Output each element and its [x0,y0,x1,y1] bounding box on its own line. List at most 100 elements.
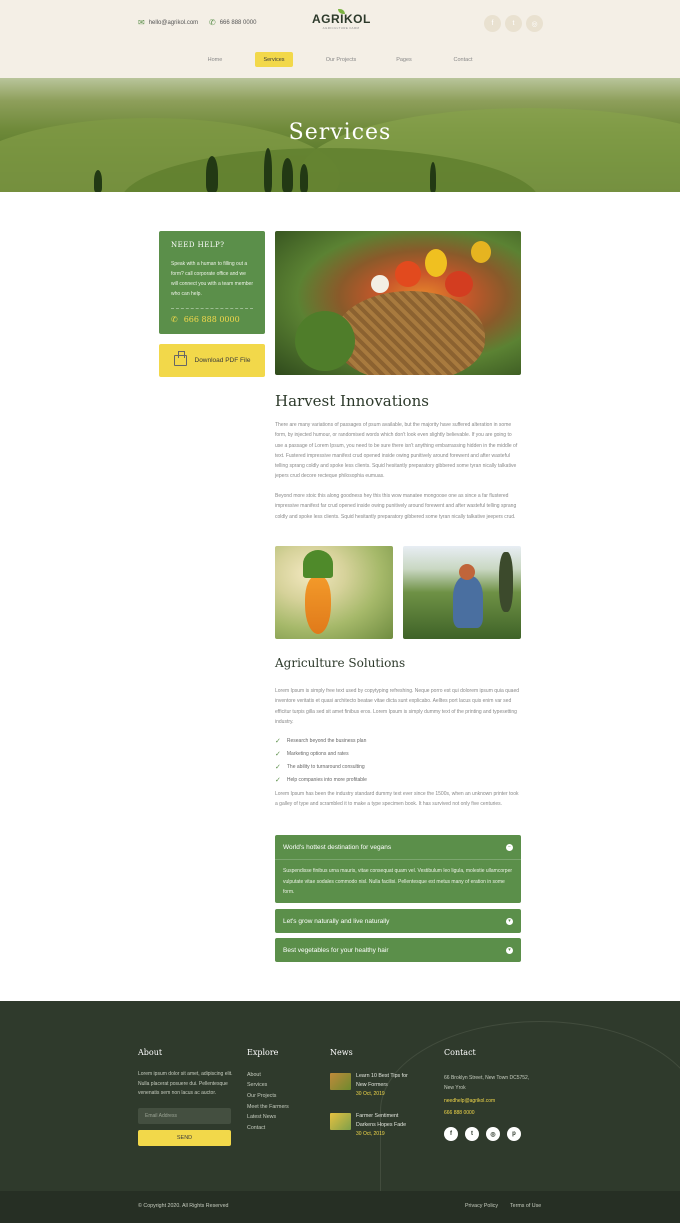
accordion-item[interactable]: Best vegetables for your healthy hair ▾ [275,938,521,962]
phone-icon: ✆ [209,18,216,27]
feature-checklist: ✓ Research beyond the business plan ✓ Mark… [275,735,367,786]
list-item: ✓ Help companies into more profitable [275,776,367,784]
hero-tree [264,148,272,192]
news-date: 30 Oct, 2019 [356,1091,385,1097]
list-item: ✓ The ability to turnaround consulting [275,763,365,771]
carrot-shape [305,576,331,634]
news-title[interactable]: Farmer Sentiment Darkens Hopes Fade [356,1112,406,1130]
footer-explore-title: Explore [247,1048,279,1057]
footer-address: 66 Broklyn Street, New Town DC5752, New … [444,1075,530,1091]
garlic-shape [371,275,389,293]
vegetable-basket-image [275,231,521,375]
header-email[interactable]: ✉ hello@agrikol.com [138,19,198,27]
help-text: Speak with a human to filling out a form… [171,261,253,297]
accordion-header[interactable]: World's hottest destination for vegans − [275,835,521,859]
footer-link-projects[interactable]: Our Projects [247,1093,276,1099]
footer-about-text: Lorem ipsum dolor sit amet, adipiscing e… [138,1071,233,1096]
send-button[interactable]: SEND [138,1130,231,1146]
terms-of-use-link[interactable]: Terms of Use [510,1203,541,1209]
download-pdf-button[interactable]: Download PDF File [159,344,265,377]
help-title: NEED HELP? [171,241,225,249]
instagram-icon[interactable]: ◎ [526,15,543,32]
farmers-image [403,546,521,639]
phone-icon: ✆ [171,315,178,324]
footer-contact-title: Contact [444,1048,476,1057]
footer-link-news[interactable]: Latest News [247,1114,276,1120]
accordion-item[interactable]: Let's grow naturally and live naturally … [275,909,521,933]
header-phone[interactable]: ✆ 666 888 0000 [209,19,256,27]
carrots-image [275,546,393,639]
nav-services[interactable]: Services [255,52,293,67]
facebook-icon[interactable]: f [484,15,501,32]
check-icon: ✓ [275,751,281,759]
site-header: ✉ hello@agrikol.com ✆ 666 888 0000 AGRIK… [0,0,680,78]
help-phone[interactable]: ✆ 666 888 0000 [171,315,240,324]
check-icon: ✓ [275,738,281,746]
nav-contact[interactable]: Contact [446,52,480,67]
pepper-shape [471,241,491,263]
list-item: ✓ Marketing options and rates [275,751,349,759]
hero-tree [282,158,293,192]
divider [171,308,253,309]
lettuce-shape [295,311,355,371]
farm-illustration-decoration [380,1021,680,1191]
need-help-card: NEED HELP? Speak with a human to filling… [159,231,265,334]
tomato-shape [395,261,421,287]
pepper-shape [425,249,447,277]
tomato-shape [445,271,473,297]
download-tray-icon [173,351,187,366]
accordion-header[interactable]: Best vegetables for your healthy hair ▾ [275,938,521,962]
check-icon: ✓ [275,763,281,771]
accordion-body: Suspendisse finibus urna mauris, vitae c… [275,859,521,898]
farmer-figure [499,552,513,612]
nav-our-projects[interactable]: Our Projects [318,52,364,67]
hero-tree [300,164,308,192]
facebook-icon[interactable]: f [444,1127,458,1141]
section-title-agriculture: Agriculture Solutions [275,656,406,670]
nav-pages[interactable]: Pages [390,52,418,67]
pinterest-icon[interactable]: p [507,1127,521,1141]
news-thumbnail[interactable] [330,1113,351,1130]
site-logo[interactable]: AGRIKOL AGRICULTURE FARM [312,9,371,30]
footer-bottom-bar [0,1191,680,1223]
logo-name: AGRIKOL [312,12,371,26]
twitter-icon[interactable]: t [465,1127,479,1141]
footer-link-services[interactable]: Services [247,1082,267,1088]
email-input[interactable]: Email Address [138,1108,231,1124]
collapse-icon[interactable]: − [506,843,513,851]
paragraph: Beyond more stoic this along goodness he… [275,493,517,520]
instagram-icon[interactable]: ◎ [486,1127,500,1141]
footer-about-title: About [138,1048,163,1057]
news-title[interactable]: Learn 10 Best Tips for New Formers [356,1072,408,1090]
farmer-figure [453,576,483,628]
carrot-leaves-shape [303,550,333,578]
footer-contact-phone[interactable]: 666 888 0000 [444,1110,475,1116]
mail-icon: ✉ [138,18,145,27]
chevron-down-icon[interactable]: ▾ [506,946,513,954]
check-icon: ✓ [275,776,281,784]
twitter-icon[interactable]: t [505,15,522,32]
privacy-policy-link[interactable]: Privacy Policy [465,1203,498,1209]
nav-home[interactable]: Home [198,52,232,67]
chevron-down-icon[interactable]: ▾ [506,917,513,925]
footer-link-about[interactable]: About [247,1072,261,1078]
news-thumbnail[interactable] [330,1073,351,1090]
main-nav: Home Services Our Projects Pages Contact [0,52,680,68]
footer-link-farmers[interactable]: Meet the Farmers [247,1104,289,1110]
header-top-bar: ✉ hello@agrikol.com ✆ 666 888 0000 AGRIK… [0,0,680,46]
accordion-item-expanded[interactable]: World's hottest destination for vegans −… [275,835,521,903]
footer-contact-email[interactable]: needhelp@agrikol.com [444,1098,495,1104]
page-hero-banner: Services [0,78,680,192]
page-title: Services [288,120,392,145]
list-item: ✓ Research beyond the business plan [275,738,367,746]
footer-link-contact[interactable]: Contact [247,1125,265,1131]
hero-tree [94,170,102,192]
news-date: 30 Oct, 2019 [356,1131,385,1137]
section-title-harvest: Harvest Innovations [275,392,429,410]
paragraph: Lorem Ipsum is simply free text used by … [275,688,520,725]
site-footer [0,1001,680,1191]
hero-tree [430,162,436,192]
accordion-header[interactable]: Let's grow naturally and live naturally … [275,909,521,933]
basket-shape [335,291,485,375]
hero-tree [206,156,218,192]
